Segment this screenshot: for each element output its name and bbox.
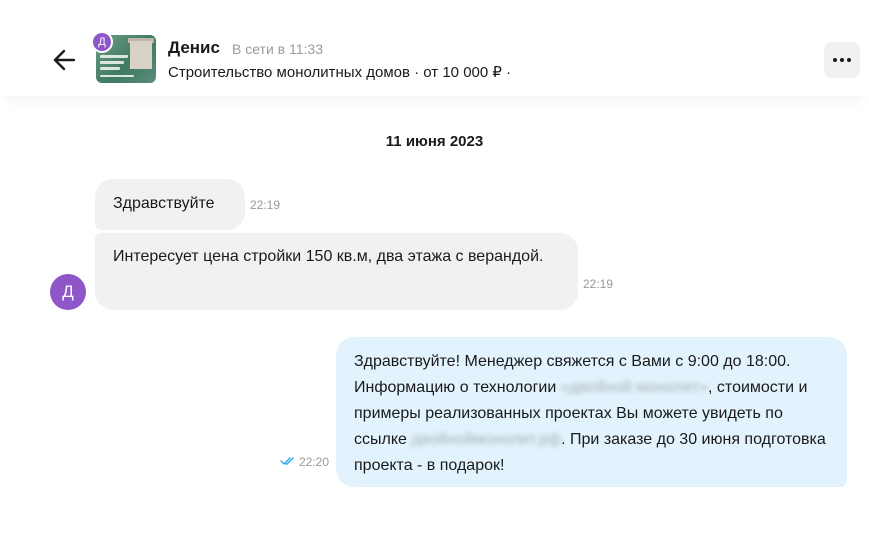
date-separator: 11 июня 2023 [385, 133, 484, 150]
more-dot [840, 58, 844, 62]
listing-subtitle[interactable]: Строительство монолитных домов · от 10 0… [168, 63, 511, 81]
outgoing-message[interactable]: Здравствуйте! Менеджер свяжется с Вами с… [336, 337, 847, 487]
more-dot [847, 58, 851, 62]
contact-avatar-small: Д [91, 31, 113, 53]
message-text: Здравствуйте [113, 195, 215, 212]
message-text: Интересует цена стройки 150 кв.м, два эт… [113, 248, 544, 265]
chat-header: Д Денис В сети в 11:33 Строительство мон… [0, 0, 869, 96]
online-status: В сети в 11:33 [232, 41, 323, 57]
blurred-text: «двойной монолит» [560, 379, 709, 396]
blurred-link[interactable]: двойноймонолит.рф [411, 431, 561, 448]
message-time: 22:19 [250, 198, 281, 212]
contact-name[interactable]: Денис [168, 38, 220, 58]
incoming-message[interactable]: Интересует цена стройки 150 кв.м, два эт… [95, 233, 578, 310]
more-options-button[interactable] [824, 42, 860, 78]
message-time: 22:20 [299, 455, 330, 469]
double-check-icon [280, 457, 294, 465]
more-dots-icon [833, 58, 837, 62]
incoming-message[interactable]: Здравствуйте [95, 179, 245, 230]
back-button[interactable] [50, 46, 80, 74]
arrow-left-icon [53, 49, 76, 71]
contact-avatar: Д [50, 274, 86, 310]
message-time: 22:19 [583, 277, 614, 291]
